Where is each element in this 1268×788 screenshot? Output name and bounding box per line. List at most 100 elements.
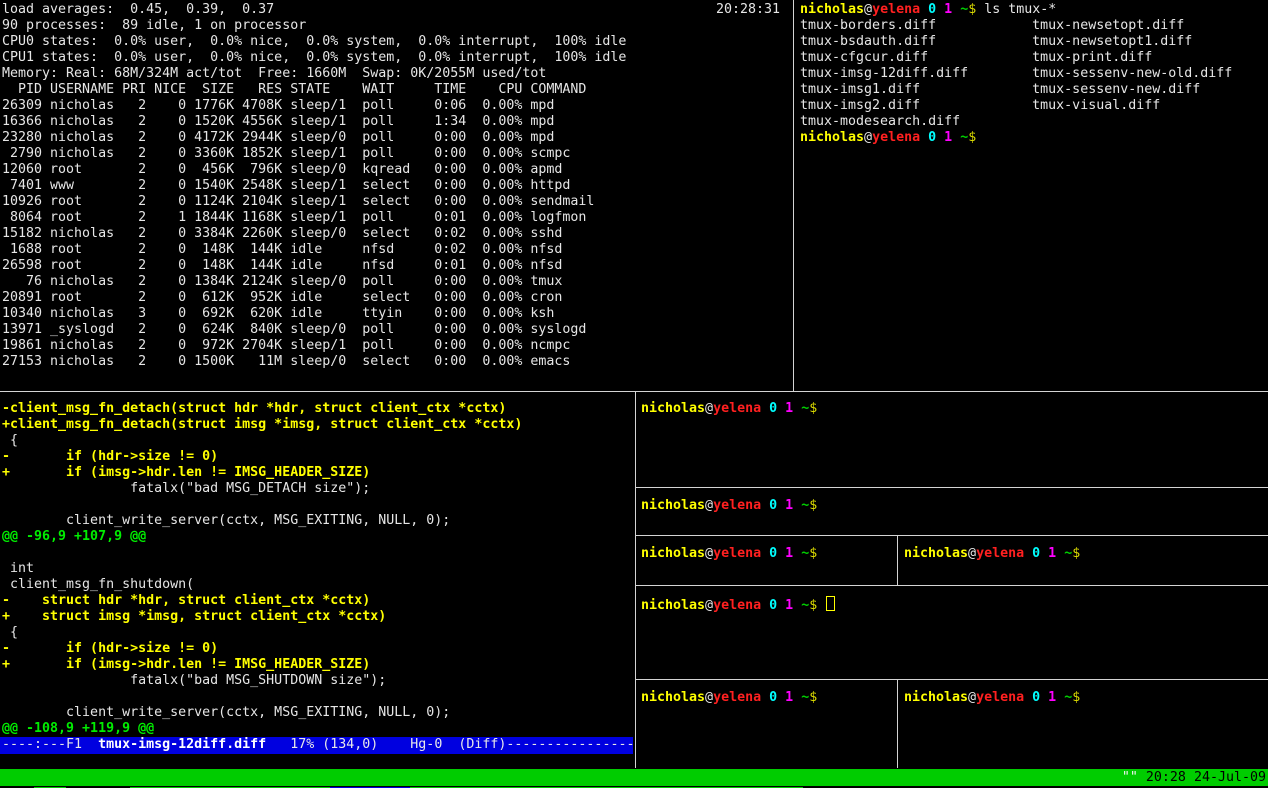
prompt-segment: yelena (976, 690, 1024, 705)
status-segment[interactable]: 20:28 24-Jul-09 (1146, 770, 1266, 785)
prompt-segment: @ (968, 690, 976, 705)
prompt-segment: nicholas (800, 130, 864, 145)
prompt-segment (1024, 546, 1032, 561)
prompt-segment: $ (809, 598, 817, 613)
prompt-segment: @ (864, 2, 872, 17)
prompt-segment (777, 598, 785, 613)
diff-line: + struct imsg *imsg, struct client_ctx *… (2, 609, 633, 625)
prompt-segment: @ (864, 130, 872, 145)
prompt-segment: yelena (976, 546, 1024, 561)
shell-prompt: nicholas@yelena 0 1 ~$ (800, 2, 976, 17)
prompt-segment: @ (705, 546, 713, 561)
process-table: 26309 nicholas 2 0 1776K 4708K sleep/1 p… (2, 98, 792, 370)
tmux-status-bar: [0] 0:irssi# 1:todo 2:ncmpc- 3:mutt 4:ss… (0, 769, 1268, 786)
pane-shell-ls[interactable]: nicholas@yelena 0 1 ~$ls tmux-* tmux-bor… (796, 0, 1268, 391)
pane-shell-active[interactable]: nicholas@yelena 0 1 ~$ (636, 586, 1268, 679)
pane-border-vertical-top[interactable] (793, 0, 794, 391)
prompt-segment: 0 (769, 690, 777, 705)
prompt-segment: nicholas (641, 401, 705, 416)
prompt-segment: yelena (713, 498, 761, 513)
prompt-segment (936, 130, 944, 145)
prompt-segment: 0 (1032, 546, 1040, 561)
prompt-segment: 1 (1048, 546, 1056, 561)
shell-line: nicholas@yelena 0 1 ~$ (800, 130, 1268, 146)
prompt-segment: nicholas (641, 498, 705, 513)
status-right: "" 20:28 24-Jul-09 (1122, 769, 1266, 786)
prompt-segment (1040, 690, 1048, 705)
prompt-segment: nicholas (641, 546, 705, 561)
prompt-segment: $ (1072, 546, 1080, 561)
diff-line: fatalx("bad MSG_DETACH size"); (2, 481, 633, 497)
prompt-segment: 1 (785, 498, 793, 513)
prompt-segment (793, 498, 801, 513)
prompt-segment: ~ (801, 546, 809, 561)
prompt-segment (1040, 546, 1048, 561)
prompt-segment (952, 130, 960, 145)
prompt-segment (761, 401, 769, 416)
diff-line: + if (imsg->hdr.len != IMSG_HEADER_SIZE) (2, 657, 633, 673)
prompt-segment (793, 598, 801, 613)
prompt-segment (777, 690, 785, 705)
pane-border-horizontal-main[interactable] (0, 391, 1268, 392)
prompt-segment: @ (705, 401, 713, 416)
prompt-segment: nicholas (641, 598, 705, 613)
prompt-segment: ~ (801, 498, 809, 513)
prompt-segment: nicholas (641, 690, 705, 705)
diff-line: - struct hdr *hdr, struct client_ctx *cc… (2, 593, 633, 609)
pane-shell-4[interactable]: nicholas@yelena 0 1 ~$ (898, 536, 1268, 585)
prompt-segment: 1 (944, 130, 952, 145)
prompt-segment: nicholas (800, 2, 864, 17)
prompt-segment: 0 (1032, 690, 1040, 705)
shell-prompt: nicholas@yelena 0 1 ~$ (641, 690, 817, 705)
prompt-segment (793, 546, 801, 561)
pane-shell-7[interactable]: nicholas@yelena 0 1 ~$ (898, 680, 1268, 768)
pane-shell-6[interactable]: nicholas@yelena 0 1 ~$ (636, 680, 897, 768)
prompt-segment (761, 546, 769, 561)
prompt-segment: yelena (713, 598, 761, 613)
prompt-segment (777, 498, 785, 513)
ls-output: tmux-borders.diff tmux-newsetopt.diff tm… (800, 18, 1268, 130)
modeline-filename: tmux-imsg-12diff.diff (98, 737, 266, 752)
modeline-prefix: ----:---F1 (2, 737, 98, 752)
diff-line: - if (hdr->size != 0) (2, 641, 633, 657)
prompt-segment: 0 (769, 401, 777, 416)
prompt-segment (1024, 690, 1032, 705)
status-segment[interactable]: "" (1122, 770, 1146, 785)
prompt-segment: ~ (960, 130, 968, 145)
prompt-segment (761, 498, 769, 513)
diff-line: - if (hdr->size != 0) (2, 449, 633, 465)
shell-prompt: nicholas@yelena 0 1 ~$ (641, 598, 817, 613)
prompt-segment: 1 (1048, 690, 1056, 705)
diff-line (2, 545, 633, 561)
ls-command: ls tmux-* (976, 2, 1056, 17)
pane-shell-3[interactable]: nicholas@yelena 0 1 ~$ (636, 536, 897, 585)
shell-prompt: nicholas@yelena 0 1 ~$ (641, 401, 817, 416)
prompt-segment: $ (809, 690, 817, 705)
shell-prompt: nicholas@yelena 0 1 ~$ (904, 546, 1080, 561)
diff-line: client_msg_fn_shutdown( (2, 577, 633, 593)
prompt-segment: ~ (801, 598, 809, 613)
prompt-segment: @ (705, 498, 713, 513)
diff-line: + if (imsg->hdr.len != IMSG_HEADER_SIZE) (2, 465, 633, 481)
terminal-cursor (826, 596, 835, 611)
prompt-segment: yelena (713, 690, 761, 705)
modeline-dashes: ---------------- (506, 737, 633, 752)
prompt-segment (777, 546, 785, 561)
pane-top-command[interactable]: 20:28:31 load averages: 0.45, 0.39, 0.37… (0, 0, 792, 391)
pane-emacs-diff[interactable]: -client_msg_fn_detach(struct hdr *hdr, s… (0, 393, 633, 768)
pane-shell-2[interactable]: nicholas@yelena 0 1 ~$ (636, 488, 1268, 535)
prompt-segment: $ (968, 130, 976, 145)
diff-line: @@ -96,9 +107,9 @@ (2, 529, 633, 545)
prompt-segment (920, 2, 928, 17)
diff-line: +client_msg_fn_detach(struct imsg *imsg,… (2, 417, 633, 433)
prompt-segment (793, 401, 801, 416)
prompt-segment: 0 (928, 130, 936, 145)
pane-shell-1[interactable]: nicholas@yelena 0 1 ~$ (636, 393, 1268, 487)
prompt-segment (1056, 546, 1064, 561)
prompt-segment: ~ (960, 2, 968, 17)
diff-line: client_write_server(cctx, MSG_EXITING, N… (2, 705, 633, 721)
prompt-segment: ~ (1064, 690, 1072, 705)
diff-line: client_write_server(cctx, MSG_EXITING, N… (2, 513, 633, 529)
diff-buffer: -client_msg_fn_detach(struct hdr *hdr, s… (2, 401, 633, 737)
prompt-segment: nicholas (904, 690, 968, 705)
